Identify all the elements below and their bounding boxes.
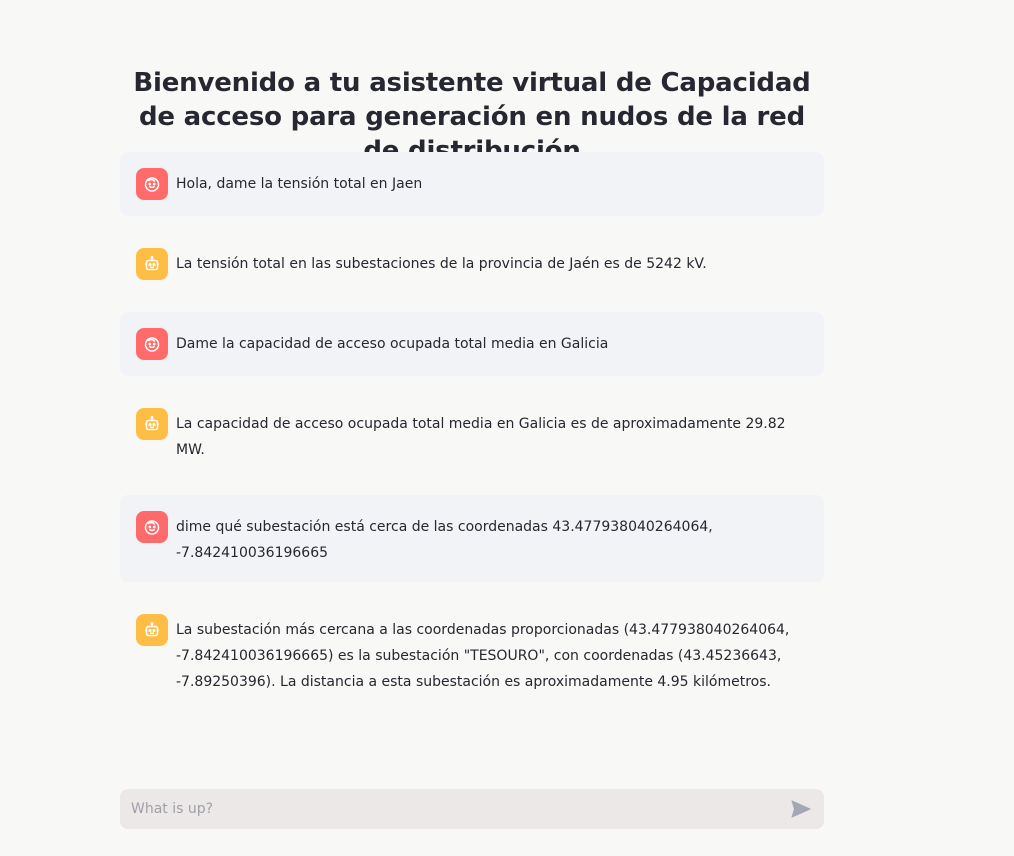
message-list: Hola, dame la tensión total en Jaen La t…: [120, 152, 824, 727]
send-button[interactable]: [786, 794, 816, 824]
message-text: Hola, dame la tensión total en Jaen: [176, 176, 423, 192]
user-face-icon: [136, 168, 168, 200]
chat-input-bar: [120, 789, 824, 829]
chat-input[interactable]: [129, 800, 786, 818]
chat-page: Bienvenido a tu asistente virtual de Cap…: [0, 0, 1014, 856]
user-face-icon: [136, 328, 168, 360]
message-text: La tensión total en las subestaciones de…: [176, 256, 707, 272]
robot-icon: [136, 248, 168, 280]
user-face-icon: [136, 511, 168, 543]
chat-message-user: dime qué subestación está cerca de las c…: [120, 495, 824, 582]
message-text: Dame la capacidad de acceso ocupada tota…: [176, 336, 609, 352]
chat-message-user: Dame la capacidad de acceso ocupada tota…: [120, 312, 824, 376]
chat-message-assistant: La tensión total en las subestaciones de…: [120, 232, 824, 296]
chat-message-user: Hola, dame la tensión total en Jaen: [120, 152, 824, 216]
message-text: La capacidad de acceso ocupada total med…: [176, 416, 791, 458]
send-icon: [791, 800, 811, 818]
robot-icon: [136, 614, 168, 646]
robot-icon: [136, 408, 168, 440]
chat-message-assistant: La subestación más cercana a las coorden…: [120, 598, 824, 711]
message-text: dime qué subestación está cerca de las c…: [176, 519, 713, 561]
chat-message-assistant: La capacidad de acceso ocupada total med…: [120, 392, 824, 479]
message-text: La subestación más cercana a las coorden…: [176, 622, 790, 690]
